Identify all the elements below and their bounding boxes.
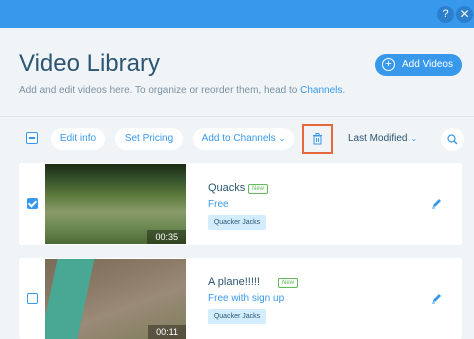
search-button[interactable]	[441, 128, 464, 151]
plus-circle-icon: +	[382, 58, 395, 71]
add-to-channels-button[interactable]: Add to Channels ⌄	[193, 128, 294, 150]
video-title: Quacks	[208, 182, 246, 194]
select-all-checkbox[interactable]	[26, 132, 38, 144]
page-subtitle: Add and edit videos here. To organize or…	[19, 85, 345, 96]
sort-label: Last Modified	[348, 133, 408, 144]
video-title: A plane!!!!!	[208, 276, 260, 288]
trash-icon	[313, 133, 322, 145]
chevron-down-icon: ⌄	[278, 134, 286, 143]
add-to-channels-label: Add to Channels	[201, 133, 276, 144]
sort-dropdown[interactable]: Last Modified ⌄	[348, 133, 417, 144]
new-badge: New	[278, 278, 299, 288]
video-pricing: Free	[208, 199, 229, 210]
video-duration: 00:35	[147, 230, 186, 244]
chevron-down-icon: ⌄	[410, 134, 418, 143]
video-duration: 00:11	[148, 325, 186, 339]
add-videos-button[interactable]: + Add Videos	[375, 54, 462, 76]
help-button[interactable]: ?	[437, 6, 454, 23]
channel-tag: Quacker Jacks	[208, 309, 266, 324]
pencil-icon[interactable]	[431, 197, 443, 209]
pencil-icon[interactable]	[431, 292, 443, 304]
delete-button[interactable]	[302, 124, 333, 154]
video-thumbnail[interactable]: 00:35	[45, 164, 186, 244]
close-button[interactable]: ✕	[456, 6, 473, 23]
top-bar: ? ✕	[0, 0, 474, 28]
video-card[interactable]: 00:35 Quacks New Free Quacker Jacks	[19, 163, 462, 245]
subtitle-end: .	[342, 85, 346, 96]
page-header: Video Library Add and edit videos here. …	[0, 28, 474, 116]
new-badge: New	[248, 184, 269, 194]
search-icon	[447, 134, 458, 145]
video-card[interactable]: 00:11 A plane!!!!! New Free with sign up…	[19, 258, 462, 339]
channel-tag: Quacker Jacks	[208, 215, 266, 230]
bulk-toolbar: Edit info Set Pricing Add to Channels ⌄ L…	[0, 117, 474, 161]
add-videos-label: Add Videos	[402, 59, 453, 70]
subtitle-text: Add and edit videos here. To organize or…	[19, 85, 301, 96]
video-checkbox[interactable]	[27, 293, 38, 304]
set-pricing-button[interactable]: Set Pricing	[115, 128, 183, 150]
plane-wing-shape	[45, 259, 95, 339]
video-checkbox-checked[interactable]	[27, 198, 38, 209]
edit-info-button[interactable]: Edit info	[51, 128, 105, 150]
page-title: Video Library	[19, 50, 160, 77]
video-pricing: Free with sign up	[208, 293, 285, 304]
video-thumbnail[interactable]: 00:11	[45, 259, 186, 339]
channels-link[interactable]: Channels	[300, 85, 342, 96]
